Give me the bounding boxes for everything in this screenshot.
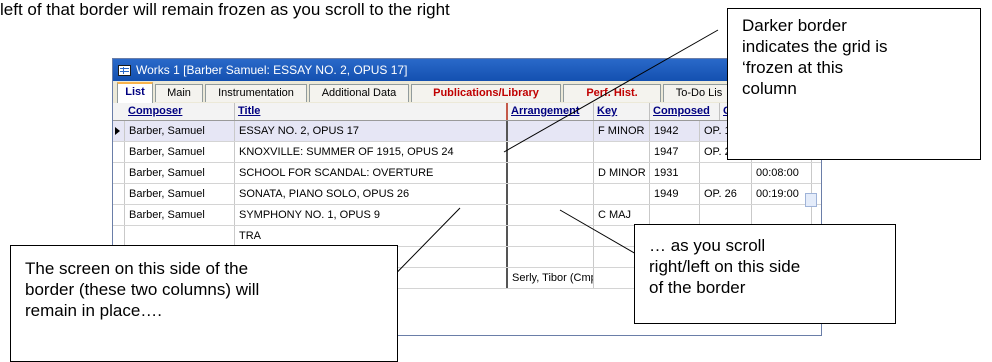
scroll-thumb-icon[interactable] [805, 193, 817, 207]
cell-key[interactable]: F MINOR [594, 121, 650, 141]
scroll-side-callout: … as you scroll right/left on this side … [634, 224, 896, 324]
tab-publications-library[interactable]: Publications/Library [411, 84, 561, 102]
tab-list[interactable]: List [117, 82, 153, 103]
callout-line: ‘frozen at this [742, 58, 844, 77]
cell-composer[interactable] [125, 226, 235, 246]
tab-main[interactable]: Main [155, 84, 203, 102]
instruction-caption: left of that border will remain frozen a… [0, 0, 450, 19]
cell-arrangement[interactable] [508, 163, 594, 183]
current-row-pointer-icon [115, 127, 120, 135]
grid-app-icon [118, 64, 131, 76]
cell-title[interactable]: SONATA, PIANO SOLO, OPUS 26 [235, 184, 508, 204]
callout-line: Darker border [742, 16, 847, 35]
window-title: Works 1 [Barber Samuel: ESSAY NO. 2, OPU… [136, 63, 408, 77]
callout-line: right/left on this side [649, 257, 801, 276]
frozen-border-callout: Darker border indicates the grid is ‘fro… [727, 8, 981, 160]
cell-key[interactable]: D MINOR [594, 163, 650, 183]
cell-title[interactable]: KNOXVILLE: SUMMER OF 1915, OPUS 24 [235, 142, 508, 162]
tab-to-do-list[interactable]: To-Do Lis [663, 84, 735, 102]
cell-arrangement[interactable] [508, 184, 594, 204]
col-arrangement-header[interactable]: Arrangement [508, 103, 594, 120]
cell-arrangement[interactable] [508, 121, 594, 141]
row-selector[interactable] [113, 205, 125, 225]
cell-composer[interactable]: Barber, Samuel [125, 205, 235, 225]
tab-bar: List Main Instrumentation Additional Dat… [113, 81, 821, 104]
cell-composer[interactable]: Barber, Samuel [125, 142, 235, 162]
cell-duration[interactable] [752, 205, 812, 225]
cell-arrangement[interactable] [508, 142, 594, 162]
tab-additional-data[interactable]: Additional Data [309, 84, 409, 102]
table-row[interactable]: Barber, Samuel SCHOOL FOR SCANDAL: OVERTU… [113, 163, 821, 184]
cell-opus[interactable]: OP. 26 [700, 184, 752, 204]
row-selector[interactable] [113, 121, 125, 141]
grid-header: Composer Title Arrangement Key Composed … [113, 103, 821, 121]
cell-arrangement[interactable]: Serly, Tibor (Cmp [508, 268, 594, 288]
table-row[interactable]: Barber, Samuel ESSAY NO. 2, OPUS 17 F MINO… [113, 121, 821, 142]
tab-instrumentation[interactable]: Instrumentation [205, 84, 307, 102]
cell-arrangement[interactable] [508, 205, 594, 225]
callout-line: border (these two columns) will [25, 280, 260, 299]
table-row[interactable]: Barber, Samuel SYMPHONY NO. 1, OPUS 9 C MA… [113, 205, 821, 226]
cell-composer[interactable]: Barber, Samuel [125, 121, 235, 141]
cell-composed[interactable]: 1942 [650, 121, 700, 141]
cell-composed[interactable]: 1931 [650, 163, 700, 183]
cell-opus[interactable] [700, 163, 752, 183]
callout-line: of the border [649, 278, 746, 297]
callout-line: The screen on this side of the [25, 259, 249, 278]
table-row[interactable]: Barber, Samuel KNOXVILLE: SUMMER OF 1915,… [113, 142, 821, 163]
tab-perf-hist[interactable]: Perf. Hist. [563, 84, 661, 102]
cell-arrangement[interactable] [508, 226, 594, 246]
col-composer-header[interactable]: Composer [125, 103, 235, 120]
cell-key[interactable]: C MAJ [594, 205, 650, 225]
cell-title[interactable]: SCHOOL FOR SCANDAL: OVERTURE [235, 163, 508, 183]
row-selector[interactable] [113, 163, 125, 183]
callout-line: indicates the grid is [742, 37, 888, 56]
row-selector[interactable] [113, 184, 125, 204]
cell-title[interactable]: SYMPHONY NO. 1, OPUS 9 [235, 205, 508, 225]
cell-title[interactable]: ESSAY NO. 2, OPUS 17 [235, 121, 508, 141]
cell-composer[interactable]: Barber, Samuel [125, 163, 235, 183]
table-row[interactable]: Barber, Samuel SONATA, PIANO SOLO, OPUS 2… [113, 184, 821, 205]
cell-composer[interactable]: Barber, Samuel [125, 184, 235, 204]
col-title-header[interactable]: Title [235, 103, 508, 120]
cell-duration[interactable]: 00:19:00 [752, 184, 812, 204]
frozen-columns-callout: The screen on this side of the border (t… [10, 245, 398, 362]
col-key-header[interactable]: Key [594, 103, 650, 120]
cell-title[interactable]: TRA [235, 226, 508, 246]
callout-line: column [742, 79, 797, 98]
cell-composed[interactable]: 1949 [650, 184, 700, 204]
row-selector[interactable] [113, 226, 125, 246]
window-titlebar[interactable]: Works 1 [Barber Samuel: ESSAY NO. 2, OPU… [113, 59, 821, 81]
cell-arrangement[interactable] [508, 247, 594, 267]
cell-composed[interactable] [650, 205, 700, 225]
callout-line: remain in place…. [25, 301, 163, 320]
cell-key[interactable] [594, 142, 650, 162]
cell-opus[interactable] [700, 205, 752, 225]
row-selector[interactable] [113, 142, 125, 162]
callout-line: … as you scroll [649, 236, 766, 255]
cell-composed[interactable]: 1947 [650, 142, 700, 162]
col-composed-header[interactable]: Composed [650, 103, 720, 120]
cell-key[interactable] [594, 184, 650, 204]
cell-duration[interactable]: 00:08:00 [752, 163, 812, 183]
